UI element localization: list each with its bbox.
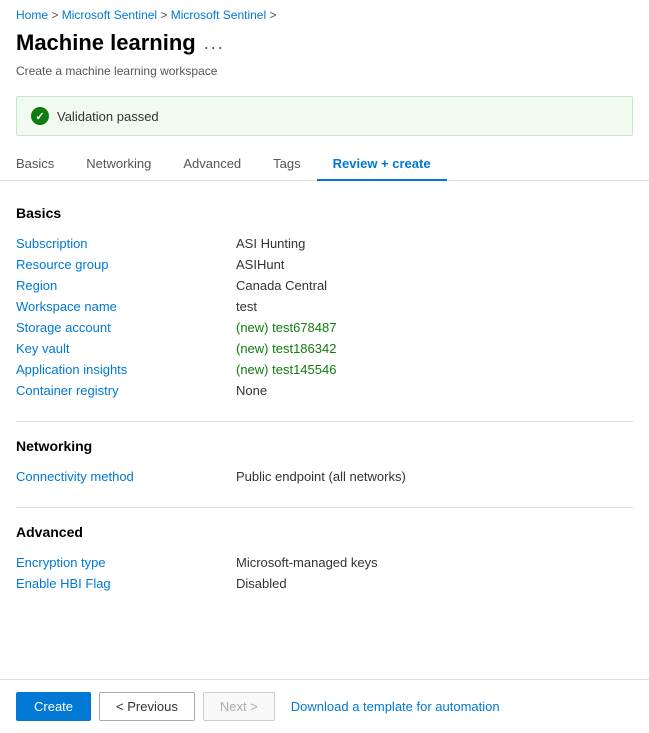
automation-link[interactable]: Download a template for automation bbox=[291, 699, 500, 714]
table-row: Key vault(new) test186342 bbox=[16, 338, 633, 359]
breadcrumb: Home > Microsoft Sentinel > Microsoft Se… bbox=[0, 0, 649, 26]
divider-1 bbox=[16, 421, 633, 422]
table-row: Application insights(new) test145546 bbox=[16, 359, 633, 380]
networking-label: Connectivity method bbox=[16, 466, 236, 487]
table-row: SubscriptionASI Hunting bbox=[16, 233, 633, 254]
tab-basics[interactable]: Basics bbox=[16, 148, 70, 181]
basics-value: ASI Hunting bbox=[236, 233, 633, 254]
page-title: Machine learning bbox=[16, 30, 196, 56]
basics-value: test bbox=[236, 296, 633, 317]
advanced-value: Microsoft-managed keys bbox=[236, 552, 633, 573]
previous-button[interactable]: < Previous bbox=[99, 692, 195, 721]
tab-bar: Basics Networking Advanced Tags Review +… bbox=[0, 148, 649, 181]
advanced-section-title: Advanced bbox=[16, 524, 633, 540]
basics-label: Key vault bbox=[16, 338, 236, 359]
table-row: Storage account(new) test678487 bbox=[16, 317, 633, 338]
validation-banner: Validation passed bbox=[16, 96, 633, 136]
basics-label: Resource group bbox=[16, 254, 236, 275]
footer: Create < Previous Next > Download a temp… bbox=[0, 679, 649, 733]
breadcrumb-home[interactable]: Home bbox=[16, 8, 48, 22]
table-row: RegionCanada Central bbox=[16, 275, 633, 296]
networking-table: Connectivity methodPublic endpoint (all … bbox=[16, 466, 633, 487]
basics-label: Workspace name bbox=[16, 296, 236, 317]
page-subtitle: Create a machine learning workspace bbox=[0, 64, 649, 88]
breadcrumb-sentinel-2[interactable]: Microsoft Sentinel bbox=[171, 8, 266, 22]
next-button[interactable]: Next > bbox=[203, 692, 275, 721]
basics-label: Region bbox=[16, 275, 236, 296]
tab-advanced[interactable]: Advanced bbox=[167, 148, 257, 181]
table-row: Encryption typeMicrosoft-managed keys bbox=[16, 552, 633, 573]
main-content: Basics SubscriptionASI HuntingResource g… bbox=[0, 181, 649, 694]
advanced-value: Disabled bbox=[236, 573, 633, 594]
basics-value: (new) test186342 bbox=[236, 338, 633, 359]
basics-section-title: Basics bbox=[16, 205, 633, 221]
create-button[interactable]: Create bbox=[16, 692, 91, 721]
tab-review-create[interactable]: Review + create bbox=[317, 148, 447, 181]
basics-value: Canada Central bbox=[236, 275, 633, 296]
table-row: Enable HBI FlagDisabled bbox=[16, 573, 633, 594]
tab-tags[interactable]: Tags bbox=[257, 148, 316, 181]
basics-value: ASIHunt bbox=[236, 254, 633, 275]
breadcrumb-sentinel-1[interactable]: Microsoft Sentinel bbox=[62, 8, 157, 22]
advanced-table: Encryption typeMicrosoft-managed keysEna… bbox=[16, 552, 633, 594]
advanced-label: Enable HBI Flag bbox=[16, 573, 236, 594]
divider-2 bbox=[16, 507, 633, 508]
basics-label: Application insights bbox=[16, 359, 236, 380]
table-row: Resource groupASIHunt bbox=[16, 254, 633, 275]
basics-label: Container registry bbox=[16, 380, 236, 401]
basics-value: (new) test145546 bbox=[236, 359, 633, 380]
basics-label: Storage account bbox=[16, 317, 236, 338]
more-options-icon[interactable]: ... bbox=[204, 33, 225, 54]
basics-value: None bbox=[236, 380, 633, 401]
validation-message: Validation passed bbox=[57, 109, 159, 124]
check-icon bbox=[31, 107, 49, 125]
basics-table: SubscriptionASI HuntingResource groupASI… bbox=[16, 233, 633, 401]
tab-networking[interactable]: Networking bbox=[70, 148, 167, 181]
table-row: Connectivity methodPublic endpoint (all … bbox=[16, 466, 633, 487]
basics-value: (new) test678487 bbox=[236, 317, 633, 338]
basics-label: Subscription bbox=[16, 233, 236, 254]
table-row: Workspace nametest bbox=[16, 296, 633, 317]
networking-section-title: Networking bbox=[16, 438, 633, 454]
table-row: Container registryNone bbox=[16, 380, 633, 401]
networking-value: Public endpoint (all networks) bbox=[236, 466, 633, 487]
page-header: Machine learning ... bbox=[0, 26, 649, 64]
advanced-label: Encryption type bbox=[16, 552, 236, 573]
